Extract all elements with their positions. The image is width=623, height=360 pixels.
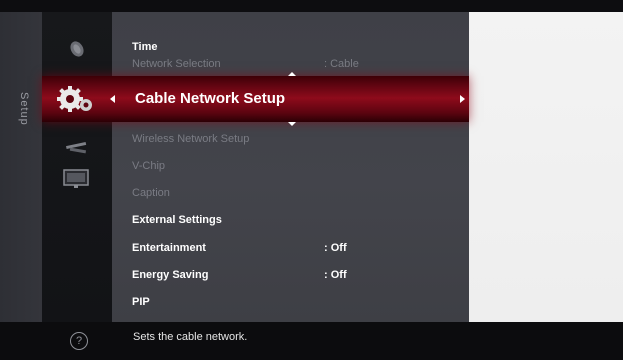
selected-menu-item-cable-network-setup[interactable]: Cable Network Setup	[42, 76, 469, 122]
category-label: Setup	[18, 92, 30, 126]
menu-item-caption: Caption	[132, 180, 462, 206]
tools-icon[interactable]	[64, 138, 90, 156]
preview-panel	[469, 12, 623, 322]
menu-item-value: : Cable	[324, 58, 359, 70]
gear-icon[interactable]	[56, 85, 96, 115]
scroll-up-icon[interactable]	[288, 72, 296, 76]
menu-item-network-selection: Network Selection : Cable	[132, 51, 462, 77]
help-icon: ?	[70, 332, 88, 350]
help-text: Sets the cable network.	[133, 331, 248, 343]
menu-item-v-chip: V-Chip	[132, 153, 462, 179]
chevron-left-icon[interactable]	[110, 95, 115, 103]
menu-item-label: Wireless Network Setup	[132, 133, 250, 145]
menu-item-value: : Off	[324, 269, 347, 281]
category-sidebar: Setup	[0, 12, 42, 322]
satellite-dish-icon[interactable]	[66, 38, 88, 60]
menu-item-pip[interactable]: PIP	[132, 289, 462, 315]
selected-item-label: Cable Network Setup	[135, 90, 286, 107]
menu-item-wireless-network-setup: Wireless Network Setup	[132, 126, 462, 152]
menu-item-label: Energy Saving	[132, 269, 209, 281]
menu-item-entertainment[interactable]: Entertainment : Off	[132, 235, 462, 261]
tv-screen: Setup Time Network Selection : Cable Wir…	[0, 0, 623, 360]
chevron-right-icon[interactable]	[460, 95, 465, 103]
monitor-icon[interactable]	[62, 168, 90, 190]
menu-item-label: Entertainment	[132, 242, 206, 254]
menu-item-value: : Off	[324, 242, 347, 254]
menu-item-external-settings[interactable]: External Settings	[132, 207, 462, 233]
menu-item-label: V-Chip	[132, 160, 166, 172]
menu-item-label: Network Selection	[132, 58, 221, 70]
setup-menu: Time Network Selection : Cable Wireless …	[112, 12, 469, 322]
menu-item-label: PIP	[132, 296, 150, 308]
menu-item-label: External Settings	[132, 214, 222, 226]
help-bar: ? Sets the cable network.	[0, 322, 623, 360]
menu-item-energy-saving[interactable]: Energy Saving : Off	[132, 262, 462, 288]
menu-item-label: Caption	[132, 187, 170, 199]
scroll-down-icon[interactable]	[288, 122, 296, 126]
